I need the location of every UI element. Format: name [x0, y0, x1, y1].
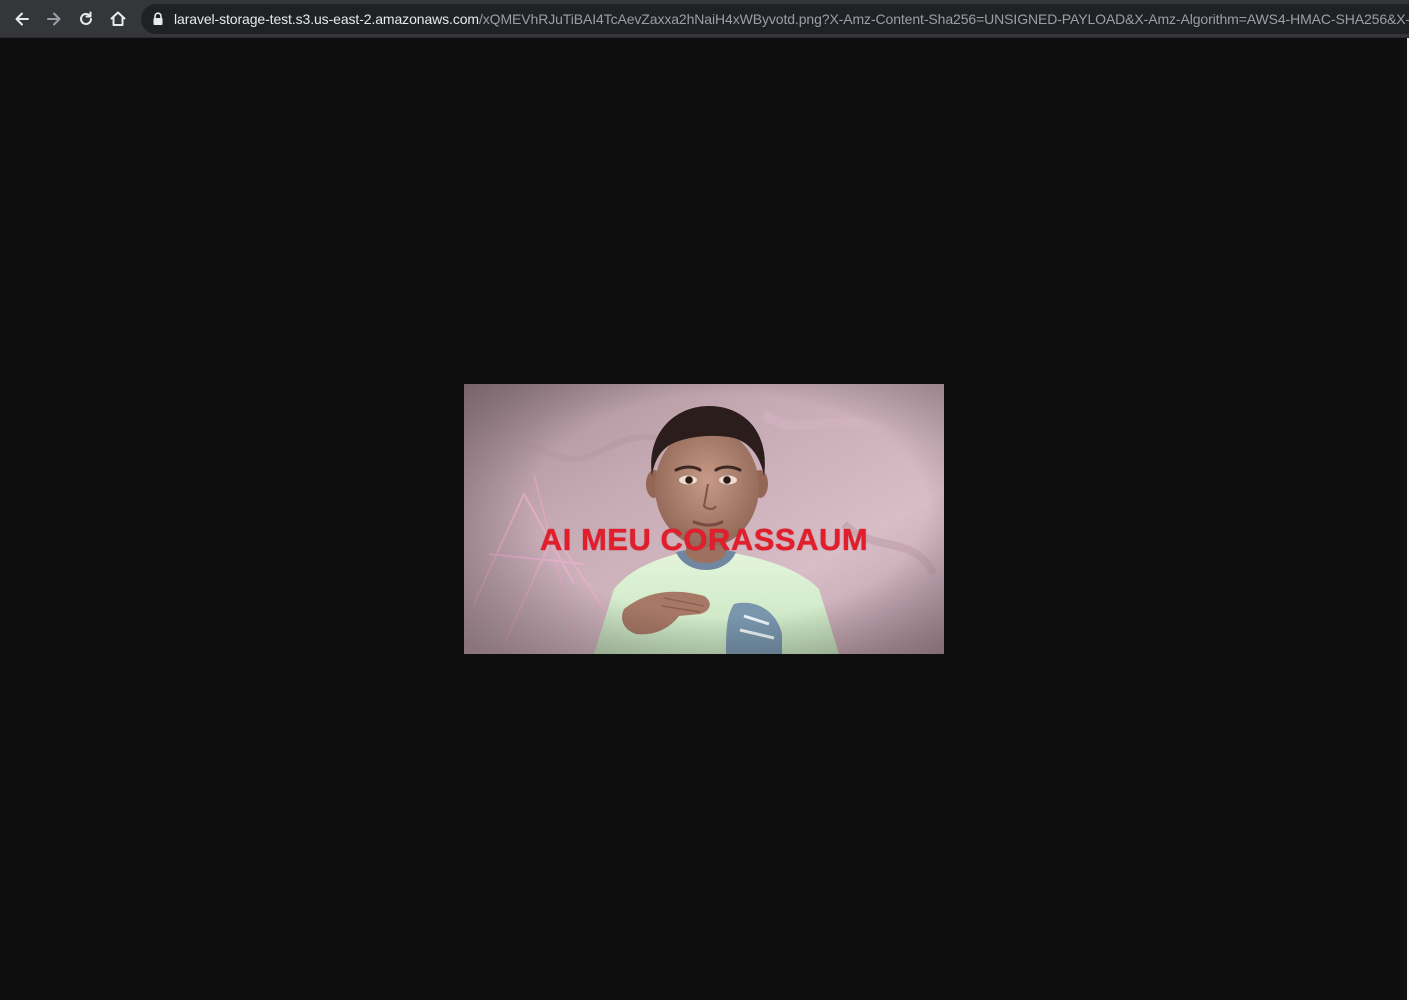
reload-icon: [80, 11, 92, 25]
meme-image: AI MEU CORASSAUM: [464, 384, 944, 654]
meme-caption: AI MEU CORASSAUM: [539, 522, 869, 557]
browser-toolbar: laravel-storage-test.s3.us-east-2.amazon…: [0, 0, 1409, 38]
url-host: laravel-storage-test.s3.us-east-2.amazon…: [174, 11, 479, 27]
home-icon: [110, 11, 126, 26]
boy-photo: [464, 384, 944, 654]
back-button[interactable]: [8, 5, 36, 33]
lock-icon[interactable]: [152, 12, 164, 26]
address-bar[interactable]: laravel-storage-test.s3.us-east-2.amazon…: [141, 4, 1409, 34]
url-text[interactable]: laravel-storage-test.s3.us-east-2.amazon…: [174, 4, 1409, 34]
url-path: /xQMEVhRJuTiBAI4TcAevZaxxa2hNaiH4xWByvot…: [478, 11, 1409, 27]
forward-button[interactable]: [40, 5, 68, 33]
home-button[interactable]: [104, 5, 132, 33]
back-icon: [15, 12, 29, 26]
forward-icon: [47, 12, 61, 26]
reload-button[interactable]: [72, 5, 100, 33]
